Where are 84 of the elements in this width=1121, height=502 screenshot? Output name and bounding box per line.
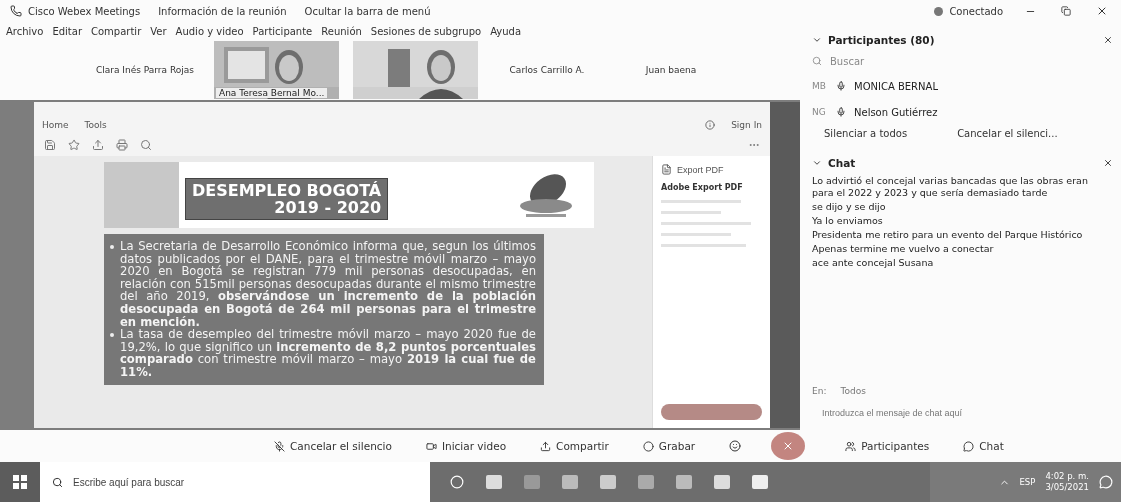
microphone-icon[interactable] [836, 81, 846, 91]
search-icon[interactable] [140, 139, 152, 151]
export-pdf-button[interactable]: Export PDF [661, 164, 762, 175]
chat-bubble-icon [963, 440, 975, 452]
chat-message: ace ante concejal Susana [812, 257, 935, 269]
close-icon [1096, 5, 1108, 17]
participant-name[interactable]: MONICA BERNAL [854, 80, 938, 92]
document-icon [661, 164, 672, 175]
menu-item[interactable]: Reunión [321, 25, 362, 37]
save-icon[interactable] [44, 139, 56, 151]
language-indicator[interactable]: ESP [1019, 477, 1036, 487]
video-name-label: Ana Teresa Bernal Mo... [216, 88, 328, 98]
collapse-icon[interactable] [812, 158, 822, 168]
menu-item[interactable]: Audio y video [175, 25, 244, 37]
video-camera-icon [425, 440, 437, 452]
app-title: Cisco Webex Meetings [28, 5, 141, 17]
connection-status[interactable]: Conectado [934, 5, 1003, 17]
bullet-icon [110, 245, 114, 249]
slide-paragraph: La Secretaria de Desarrollo Económico informa que, segun los últimos datos publicados por el DANE, para el trimestre móvil marzo – mayo 2020 en Bogotá se registran 779 mil personas desocupadas, en relación con 515mil personas desocupadas durante el mismo trimestre del año 2019, observándose un incremento de la población desocupada en Bogotá de 264 mil personas para el trimestre en mención. [120, 240, 536, 329]
hide-menu-link[interactable]: Ocultar la barra de menú [304, 5, 431, 17]
close-icon[interactable] [1103, 158, 1113, 168]
chat-input[interactable]: Introduzca el mensaje de chat aquí [812, 402, 1113, 424]
restore-icon [1061, 6, 1071, 16]
search-icon [52, 476, 63, 488]
chat-button[interactable]: Chat [959, 438, 1008, 454]
menu-item[interactable]: Archivo [6, 25, 44, 37]
menu-item[interactable]: Editar [52, 25, 82, 37]
participants-button[interactable]: Participantes [841, 438, 934, 454]
menu-item[interactable]: Ver [150, 25, 167, 37]
end-call-button[interactable] [771, 432, 806, 460]
mute-action-button[interactable]: Cancelar el silenci... [957, 128, 1058, 139]
close-icon[interactable] [1103, 35, 1113, 45]
slide-paragraph: La tasa de desempleo del trimestre móvil marzo – mayo 2020 fue de 19,2%, lo que significo un incremento de 8,2 puntos porcentuales comparado con trimestre móvil marzo – mayo 2019 la cual fue de 11%. [120, 328, 536, 379]
smile-icon [729, 440, 742, 452]
search-icon [812, 56, 822, 66]
chat-message: Ya lo enviamos [812, 215, 884, 227]
panel-title: Participantes (80) [828, 34, 936, 46]
viewer-tab[interactable]: Tools [84, 120, 107, 130]
taskbar-search-field[interactable]: Escribe aquí para buscar [71, 475, 375, 489]
logo-drawing [518, 172, 574, 218]
search-field[interactable]: Buscar [828, 54, 1032, 68]
mute-action-button[interactable]: Silenciar a todos [824, 128, 908, 139]
start-button[interactable] [0, 462, 40, 502]
collapse-icon[interactable] [812, 35, 822, 45]
meeting-info-link[interactable]: Información de la reunión [158, 5, 287, 17]
menu-item[interactable]: Participante [252, 25, 313, 37]
people-icon [845, 440, 857, 452]
participant-initials: NG [812, 107, 827, 117]
bullet-icon [110, 333, 114, 338]
pane-title: Adobe Export PDF [661, 183, 744, 192]
participant-name: Clara Inés Parra Rojas [94, 65, 195, 75]
sign-in-link[interactable]: Sign In [731, 120, 762, 130]
recipient-select[interactable]: Todos [840, 386, 866, 396]
cortana-icon[interactable] [450, 475, 464, 489]
convert-button[interactable] [661, 404, 762, 420]
print-icon[interactable] [116, 139, 128, 151]
mute-button[interactable]: Cancelar el silencio [270, 438, 396, 454]
menu-item[interactable]: Compartir [91, 25, 142, 37]
panel-title: Chat [828, 157, 857, 169]
chat-message: Presidenta me retiro para un evento del Parque Histórico [812, 229, 1084, 241]
record-button[interactable]: Grabar [638, 438, 700, 454]
microphone-icon[interactable] [836, 107, 846, 117]
star-icon[interactable] [68, 139, 80, 151]
share-button[interactable]: Compartir [536, 438, 613, 454]
microphone-off-icon [274, 440, 285, 452]
participant-name: Juan baena [644, 65, 698, 75]
participant-initials: MB [812, 81, 827, 91]
notifications-icon[interactable] [1099, 475, 1113, 489]
upload-icon[interactable] [92, 139, 104, 151]
menu-item[interactable]: Sesiones de subgrupo [370, 25, 482, 37]
help-icon[interactable] [705, 120, 716, 130]
menu-item[interactable]: Ayuda [490, 25, 522, 37]
taskbar-clock[interactable]: 4:02 p. m. 3/05/2021 [1045, 471, 1089, 493]
chat-message: Apenas termine me vuelvo a conectar [812, 243, 995, 255]
chat-message: se dijo y se dijo [812, 201, 887, 213]
windows-logo-icon [13, 475, 27, 489]
participant-name[interactable]: Nelson Gutiérrez [854, 106, 938, 118]
video-button[interactable]: Iniciar video [421, 438, 511, 454]
slide-title: DESEMPLEO BOGOTÁ 2019 - 2020 [185, 178, 389, 220]
upload-icon [540, 440, 552, 452]
recipient-label: En: [812, 386, 827, 396]
viewer-tab[interactable]: Home [42, 120, 69, 130]
circle-icon [642, 440, 654, 452]
participant-name: Carlos Carrillo A. [508, 65, 586, 75]
